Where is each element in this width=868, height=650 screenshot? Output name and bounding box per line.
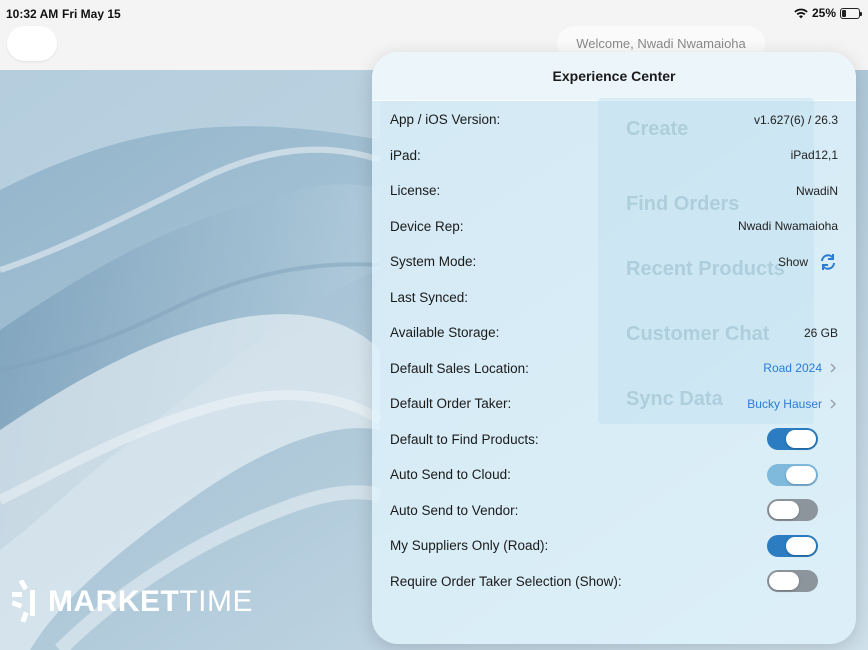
row-auto-send-vendor: Auto Send to Vendor: xyxy=(372,493,856,529)
battery-percent: 25% xyxy=(811,6,836,20)
toggle-knob xyxy=(786,430,816,449)
row-license: License: NwadiN xyxy=(372,173,856,209)
row-my-suppliers-only: My Suppliers Only (Road): xyxy=(372,528,856,564)
row-label: Default Order Taker: xyxy=(390,396,512,412)
battery-icon xyxy=(840,7,862,19)
require-order-taker-toggle[interactable] xyxy=(767,570,818,593)
status-date: Fri May 15 xyxy=(62,7,121,21)
row-label: iPad: xyxy=(390,147,421,163)
row-label: Auto Send to Cloud: xyxy=(390,467,511,483)
chevron-right-icon xyxy=(830,399,837,409)
row-value: iPad12,1 xyxy=(790,148,838,163)
toggle-knob xyxy=(786,536,816,555)
toggle-knob xyxy=(786,465,816,484)
back-button[interactable] xyxy=(7,26,57,61)
toggle-knob xyxy=(769,572,799,591)
row-require-order-taker: Require Order Taker Selection (Show): xyxy=(372,564,856,600)
settings-list: App / iOS Version: v1.627(6) / 26.3 iPad… xyxy=(372,102,856,599)
logo-market: MARKET xyxy=(48,585,180,618)
row-value: v1.627(6) / 26.3 xyxy=(753,112,838,127)
row-last-synced: Last Synced: xyxy=(372,280,856,316)
status-time: 10:32 AM xyxy=(6,7,59,21)
row-label: My Suppliers Only (Road): xyxy=(390,538,549,554)
row-label: License: xyxy=(390,183,441,199)
row-value: Show xyxy=(777,254,808,269)
my-suppliers-toggle[interactable] xyxy=(767,534,818,557)
row-label: System Mode: xyxy=(390,254,477,270)
wifi-icon xyxy=(794,8,808,18)
row-device-rep: Device Rep: Nwadi Nwamaioha xyxy=(372,209,856,245)
row-ipad: iPad: iPad12,1 xyxy=(372,138,856,174)
find-products-toggle[interactable] xyxy=(767,428,818,451)
chevron-right-icon xyxy=(830,363,837,373)
row-available-storage: Available Storage: 26 GB xyxy=(372,315,856,351)
sales-location-link[interactable]: Road 2024 xyxy=(763,361,822,375)
panel-title: Experience Center xyxy=(372,52,856,101)
row-default-sales-location[interactable]: Default Sales Location: Road 2024 xyxy=(372,351,856,387)
sync-icon[interactable] xyxy=(818,252,838,272)
row-value: NwadiN xyxy=(795,183,838,198)
experience-center-panel: Experience Center Create Find Orders Rec… xyxy=(372,52,856,644)
row-label: Default to Find Products: xyxy=(390,431,539,447)
row-label: Auto Send to Vendor: xyxy=(390,502,519,518)
row-value: Nwadi Nwamaioha xyxy=(737,219,838,234)
row-label: Available Storage: xyxy=(390,325,500,341)
row-default-find-products: Default to Find Products: xyxy=(372,422,856,458)
toggle-knob xyxy=(769,501,799,520)
logo-wordmark: MARKETTIME xyxy=(48,585,253,619)
status-bar: 10:32 AM Fri May 15 25% xyxy=(0,0,868,26)
row-label: Require Order Taker Selection (Show): xyxy=(390,573,622,589)
row-app-version: App / iOS Version: v1.627(6) / 26.3 xyxy=(372,102,856,138)
row-label: Last Synced: xyxy=(390,289,469,305)
auto-send-vendor-toggle[interactable] xyxy=(767,499,818,522)
row-auto-send-cloud: Auto Send to Cloud: xyxy=(372,457,856,493)
row-label: Device Rep: xyxy=(390,218,464,234)
row-default-order-taker[interactable]: Default Order Taker: Bucky Hauser xyxy=(372,386,856,422)
status-indicators: 25% xyxy=(794,6,862,20)
row-value: 26 GB xyxy=(803,325,838,340)
row-label: Default Sales Location: xyxy=(390,360,529,376)
markettime-logo: MARKETTIME xyxy=(12,580,253,624)
logo-burst-icon xyxy=(12,580,35,623)
logo-time: TIME xyxy=(179,585,253,618)
order-taker-link[interactable]: Bucky Hauser xyxy=(747,397,822,411)
auto-send-cloud-toggle[interactable] xyxy=(767,463,818,486)
row-label: App / iOS Version: xyxy=(390,112,501,128)
row-system-mode: System Mode: Show xyxy=(372,244,856,280)
